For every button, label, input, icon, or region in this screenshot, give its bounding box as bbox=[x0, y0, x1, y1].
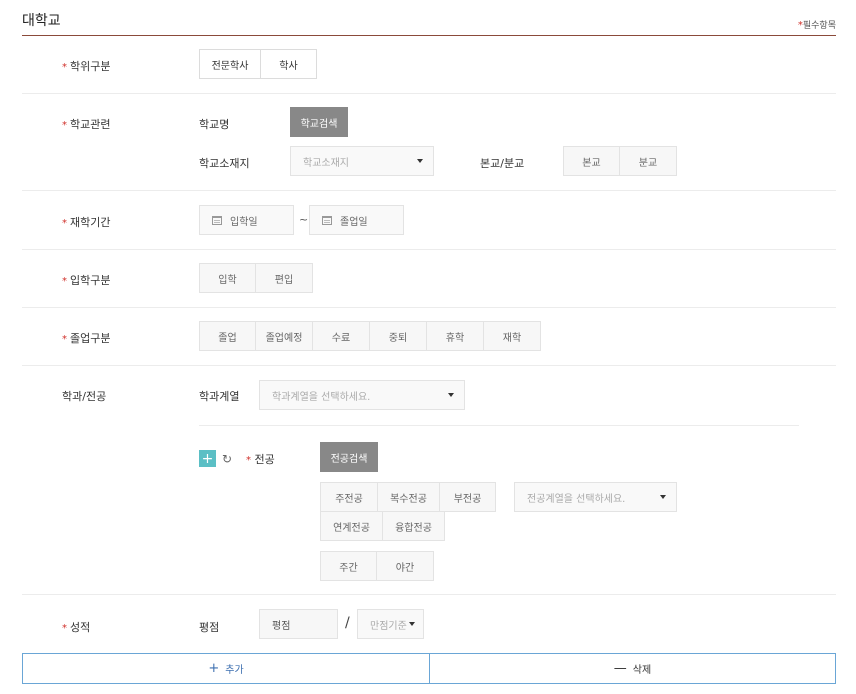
grade-label: * 성적 bbox=[62, 619, 90, 635]
row-divider bbox=[22, 249, 836, 250]
grade-slash: / bbox=[345, 615, 350, 631]
graduation-option-graduated[interactable]: 졸업 bbox=[199, 321, 256, 351]
major-type-segment-1: 주전공 복수전공 부전공 bbox=[320, 482, 496, 512]
chevron-down-icon bbox=[417, 159, 423, 163]
degree-label: * 학위구분 bbox=[62, 58, 110, 74]
school-location-label: 학교소재지 bbox=[199, 157, 250, 170]
degree-segment: 전문학사 학사 bbox=[199, 49, 317, 79]
grade-score-input[interactable]: 평점 bbox=[259, 609, 338, 639]
required-legend: *필수항목 bbox=[798, 18, 836, 31]
major-type-select[interactable]: 전공계열을 선택하세요. bbox=[514, 482, 677, 512]
plus-icon: + bbox=[208, 661, 220, 676]
graduation-label: * 졸업구분 bbox=[62, 330, 110, 346]
major-type-convergence[interactable]: 융합전공 bbox=[382, 511, 445, 541]
row-divider bbox=[22, 594, 836, 595]
title-divider bbox=[22, 35, 836, 36]
minus-icon: — bbox=[613, 661, 627, 676]
end-date-input[interactable]: 졸업일 bbox=[309, 205, 404, 235]
graduation-option-enrolled[interactable]: 재학 bbox=[483, 321, 541, 351]
required-star-icon: * bbox=[62, 276, 67, 287]
major-type-segment-2: 연계전공 융합전공 bbox=[320, 511, 445, 541]
required-star-icon: * bbox=[62, 62, 67, 73]
admission-label: * 입학구분 bbox=[62, 272, 110, 288]
campus-option-main[interactable]: 본교 bbox=[563, 146, 620, 176]
campus-option-branch[interactable]: 분교 bbox=[619, 146, 677, 176]
major-name-label: * 전공 bbox=[246, 451, 275, 467]
add-button-label: 추가 bbox=[225, 665, 244, 676]
start-date-input[interactable]: 입학일 bbox=[199, 205, 294, 235]
graduation-segment: 졸업 졸업예정 수료 중퇴 휴학 재학 bbox=[199, 321, 541, 351]
major-time-segment: 주간 야간 bbox=[320, 551, 434, 581]
graduation-label-text: 졸업구분 bbox=[70, 332, 111, 345]
major-type-placeholder: 전공계열을 선택하세요. bbox=[527, 493, 626, 505]
start-date-placeholder: 입학일 bbox=[230, 216, 258, 228]
school-location-select[interactable]: 학교소재지 bbox=[290, 146, 434, 176]
add-major-icon[interactable]: + bbox=[199, 450, 216, 467]
school-label: * 학교관련 bbox=[62, 116, 110, 132]
delete-button-label: 삭제 bbox=[632, 665, 652, 676]
graduation-option-completed[interactable]: 수료 bbox=[312, 321, 370, 351]
major-type-linked[interactable]: 연계전공 bbox=[320, 511, 383, 541]
row-divider bbox=[22, 93, 836, 94]
date-range-tilde: ~ bbox=[299, 213, 309, 226]
degree-label-text: 학위구분 bbox=[70, 60, 111, 73]
campus-segment: 본교 분교 bbox=[563, 146, 677, 176]
major-time-day[interactable]: 주간 bbox=[320, 551, 377, 581]
period-label: * 재학기간 bbox=[62, 214, 110, 230]
major-field-select[interactable]: 학과계열을 선택하세요. bbox=[259, 380, 465, 410]
admission-option-entry[interactable]: 입학 bbox=[199, 263, 256, 293]
required-legend-text: 필수항목 bbox=[802, 21, 836, 31]
end-date-placeholder: 졸업일 bbox=[340, 216, 368, 228]
required-star-icon: * bbox=[62, 623, 67, 634]
graduation-option-leave[interactable]: 휴학 bbox=[426, 321, 484, 351]
row-divider bbox=[22, 307, 836, 308]
add-button[interactable]: + 추가 bbox=[22, 653, 429, 684]
degree-option-associate[interactable]: 전문학사 bbox=[199, 49, 261, 79]
refresh-icon[interactable]: ↻ bbox=[220, 452, 234, 466]
required-star-icon: * bbox=[62, 120, 67, 131]
row-divider bbox=[22, 365, 836, 366]
major-label: 학과/전공 bbox=[62, 390, 107, 403]
grade-label-text: 성적 bbox=[70, 621, 91, 634]
section-title: 대학교 bbox=[22, 13, 61, 29]
major-type-main[interactable]: 주전공 bbox=[320, 482, 378, 512]
grade-max-placeholder: 만점기준 bbox=[370, 620, 407, 632]
school-location-placeholder: 학교소재지 bbox=[303, 157, 349, 169]
admission-segment: 입학 편입 bbox=[199, 263, 313, 293]
admission-option-transfer[interactable]: 편입 bbox=[255, 263, 313, 293]
graduation-option-expected[interactable]: 졸업예정 bbox=[255, 321, 313, 351]
graduation-option-dropout[interactable]: 중퇴 bbox=[369, 321, 427, 351]
calendar-icon bbox=[212, 215, 222, 225]
school-name-label: 학교명 bbox=[199, 118, 230, 131]
required-star-icon: * bbox=[246, 455, 251, 466]
required-star-icon: * bbox=[62, 334, 67, 345]
degree-option-bachelor[interactable]: 학사 bbox=[260, 49, 317, 79]
chevron-down-icon bbox=[409, 622, 415, 626]
major-field-label: 학과계열 bbox=[199, 390, 240, 403]
school-search-button[interactable]: 학교검색 bbox=[290, 107, 348, 137]
calendar-icon bbox=[322, 215, 332, 225]
grade-max-select[interactable]: 만점기준 bbox=[357, 609, 424, 639]
row-divider bbox=[22, 190, 836, 191]
major-search-button[interactable]: 전공검색 bbox=[320, 442, 378, 472]
school-label-text: 학교관련 bbox=[70, 118, 111, 131]
admission-label-text: 입학구분 bbox=[70, 274, 111, 287]
delete-button[interactable]: — 삭제 bbox=[429, 653, 836, 684]
chevron-down-icon bbox=[660, 495, 666, 499]
required-star-icon: * bbox=[62, 218, 67, 229]
major-type-double[interactable]: 복수전공 bbox=[377, 482, 440, 512]
major-time-night[interactable]: 야간 bbox=[376, 551, 434, 581]
major-name-label-text: 전공 bbox=[254, 453, 275, 466]
major-type-minor[interactable]: 부전공 bbox=[439, 482, 496, 512]
campus-label: 본교/분교 bbox=[480, 157, 525, 170]
grade-score-label: 평점 bbox=[199, 621, 220, 634]
chevron-down-icon bbox=[448, 393, 454, 397]
inner-divider bbox=[199, 425, 799, 426]
period-label-text: 재학기간 bbox=[70, 216, 111, 229]
major-field-placeholder: 학과계열을 선택하세요. bbox=[272, 391, 371, 403]
